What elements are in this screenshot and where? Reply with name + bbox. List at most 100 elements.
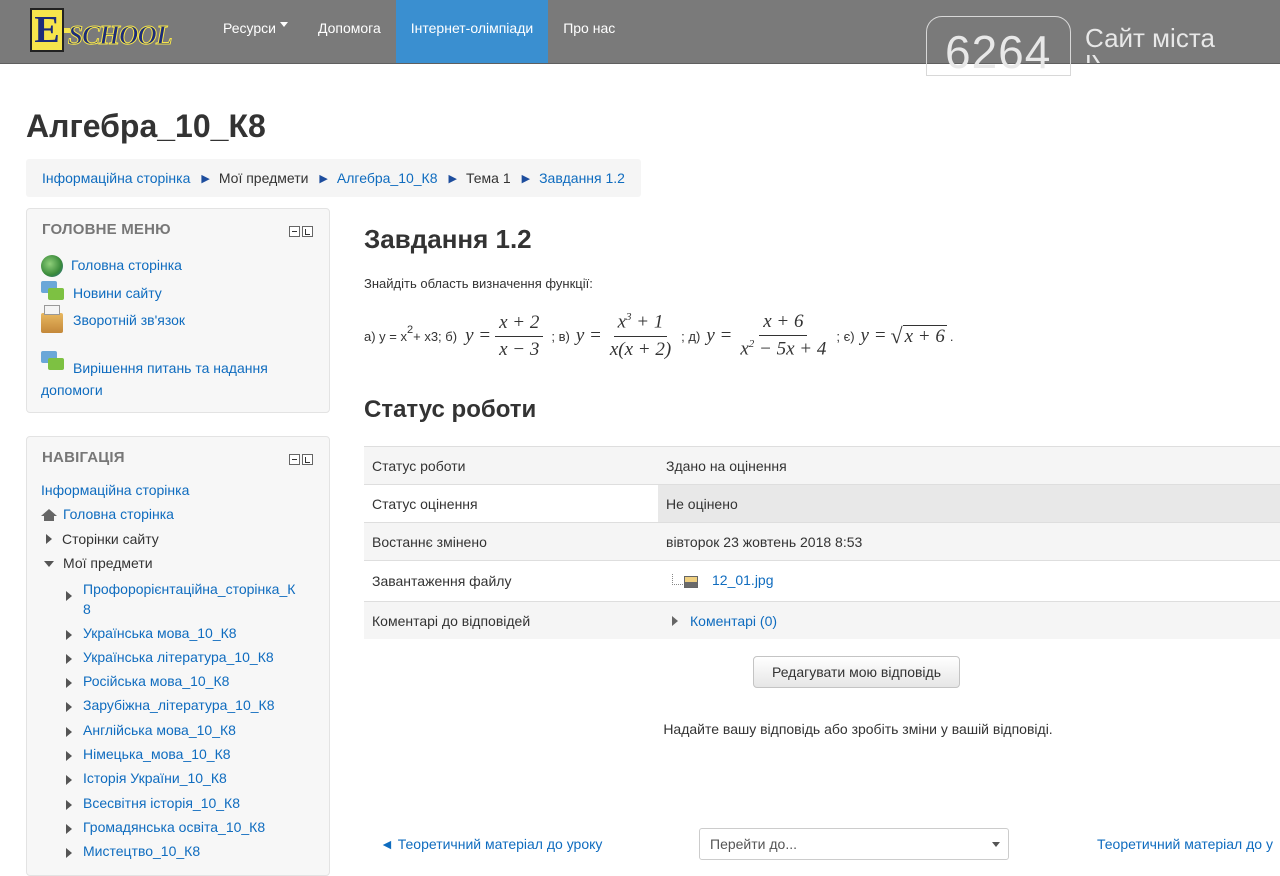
city-badge-number: 6264 [945, 26, 1052, 76]
math-end: . [949, 328, 954, 344]
table-row: Статус оцінення Не оцінено [364, 484, 1280, 523]
nav-subject[interactable]: Російська мова_10_К8 [66, 673, 229, 689]
page-title: Алгебра_10_К8 [26, 108, 266, 144]
menu-item-home[interactable]: Головна сторінка [41, 255, 182, 277]
expand-icon [66, 775, 72, 785]
breadcrumb: Інформаційна сторінка ▶ Мої предмети ▶ А… [26, 159, 641, 197]
nav-subject[interactable]: Громадянська освіта_10_К8 [66, 819, 265, 835]
math-fraction-b: x + 2x − 3 [495, 312, 544, 361]
math-y-eq: y = [860, 325, 887, 346]
assignment-title: Завдання 1.2 [364, 224, 532, 254]
nav-about[interactable]: Про нас [548, 0, 630, 63]
nav-subject[interactable]: Всесвітня історія_10_К8 [66, 795, 240, 811]
nav-subject-label[interactable]: Історія України_10_К8 [83, 770, 227, 786]
math-v-num-rest: + 1 [631, 311, 664, 333]
nav-olympiads[interactable]: Інтернет-олімпіади [395, 0, 549, 63]
expand-icon [66, 591, 72, 601]
task-text: Знайдіть область визначення функції: [364, 276, 593, 291]
menu-item-feedback-label[interactable]: Зворотній зв'язок [73, 312, 185, 328]
nav-subject[interactable]: Історія України_10_К8 [66, 770, 227, 786]
eschool-logo[interactable]: E SCHOOL [30, 8, 192, 54]
nav-help[interactable]: Допомога [303, 0, 396, 63]
menu-item-news-label[interactable]: Новини сайту [73, 285, 162, 301]
breadcrumb-topic: Тема 1 [465, 170, 511, 186]
math-e-radicand: x + 6 [902, 324, 947, 347]
table-row: Статус роботи Здано на оцінення [364, 446, 1280, 485]
nav-subject-label[interactable]: Німецька_мова_10_К8 [83, 746, 231, 762]
minimize-block-icon[interactable] [289, 226, 300, 237]
jump-to-select[interactable]: Перейти до... [699, 828, 1009, 860]
menu-item-help-label[interactable]: Вирішення питань та надання [73, 360, 268, 376]
comments-value: Коментарі (0) [658, 601, 1280, 639]
home-icon [41, 509, 57, 522]
nav-subject[interactable]: Зарубіжна_література_10_К8 [66, 697, 274, 713]
next-activity-link[interactable]: Теоретичний матеріал до у [1097, 836, 1273, 852]
nav-resources[interactable]: Ресурси [208, 0, 303, 63]
nav-my-courses-label: Мої предмети [63, 555, 153, 571]
breadcrumb-course[interactable]: Алгебра_10_К8 [337, 170, 438, 186]
menu-item-feedback[interactable]: Зворотній зв'язок [41, 305, 185, 333]
modified-value: вівторок 23 жовтень 2018 8:53 [658, 522, 1280, 561]
expand-icon [66, 727, 72, 737]
dock-block-icon[interactable] [302, 226, 313, 237]
table-row: Завантаження файлу 12_01.jpg [364, 560, 1280, 602]
main-nav: Ресурси Допомога Інтернет-олімпіади Про … [208, 0, 630, 63]
math-b-num: x + 2 [495, 312, 544, 337]
nav-subject-label[interactable]: Громадянська освіта_10_К8 [83, 819, 265, 835]
nav-site-pages[interactable]: Сторінки сайту [46, 531, 159, 547]
chevron-down-icon [992, 842, 1000, 847]
nav-home-label[interactable]: Головна сторінка [63, 506, 174, 522]
nav-subject-label-line1: Профорорієнтаційна_сторінка_К [83, 581, 296, 597]
expand-icon [672, 615, 678, 626]
nav-subject-label[interactable]: Українська мова_10_К8 [83, 625, 237, 641]
status-title: Статус роботи [364, 396, 537, 423]
nav-subject-label[interactable]: Профорорієнтаційна_сторінка_К 8 [83, 579, 295, 619]
expand-icon [66, 654, 72, 664]
nav-subject-label[interactable]: Українська література_10_К8 [83, 649, 274, 665]
globe-icon [41, 255, 63, 277]
sqrt-icon: √ [890, 323, 903, 348]
nav-subject-label[interactable]: Всесвітня історія_10_К8 [83, 795, 240, 811]
logo-letter: E [30, 8, 64, 52]
edit-submission-button[interactable]: Редагувати мою відповідь [753, 656, 960, 688]
jump-to-placeholder: Перейти до... [710, 836, 797, 852]
minimize-block-icon[interactable] [289, 454, 300, 465]
nav-subject[interactable]: Українська література_10_К8 [66, 649, 274, 665]
navigation-title: НАВІГАЦІЯ [42, 449, 125, 466]
nav-subject[interactable]: Англійська мова_10_К8 [66, 722, 236, 738]
nav-subject[interactable]: Німецька_мова_10_К8 [66, 746, 231, 762]
nav-my-courses[interactable]: Мої предмети [44, 555, 153, 571]
city-badge-text2: К [1085, 55, 1100, 63]
comments-link[interactable]: Коментарі (0) [690, 613, 777, 629]
expand-icon [66, 824, 72, 834]
comments-label: Коментарі до відповідей [364, 601, 658, 639]
nav-subject-label[interactable]: Англійська мова_10_К8 [83, 722, 236, 738]
dock-block-icon[interactable] [302, 454, 313, 465]
menu-item-home-label[interactable]: Головна сторінка [71, 257, 182, 273]
prev-activity-link[interactable]: ◄ Теоретичний матеріал до уроку [380, 836, 602, 852]
nav-home[interactable]: Головна сторінка [41, 506, 174, 522]
chat-icon [41, 351, 65, 375]
menu-item-news[interactable]: Новини сайту [41, 281, 162, 305]
math-a-suffix: + x3; б) [413, 328, 458, 344]
city-badge-text[interactable]: Сайт міста [1085, 23, 1215, 54]
nav-subject[interactable]: Українська мова_10_К8 [66, 625, 237, 641]
math-fraction-v: x3 + 1 x(x + 2) [606, 311, 675, 360]
expand-icon [66, 800, 72, 810]
nav-subject-label[interactable]: Зарубіжна_література_10_К8 [83, 697, 274, 713]
menu-item-help-label-line2[interactable]: допомоги [41, 382, 103, 398]
nav-subject[interactable]: Профорорієнтаційна_сторінка_К 8 [66, 579, 295, 619]
nav-subject-label[interactable]: Російська мова_10_К8 [83, 673, 229, 689]
grading-value: Не оцінено [658, 484, 1280, 523]
nav-info-page[interactable]: Інформаційна сторінка [41, 482, 189, 498]
breadcrumb-my-courses: Мої предмети [218, 170, 309, 186]
breadcrumb-info-page[interactable]: Інформаційна сторінка [42, 170, 190, 186]
city-site-badge[interactable]: 6264 [926, 16, 1071, 76]
submission-hint: Надайте вашу відповідь або зробіть зміни… [663, 721, 1053, 737]
menu-item-help[interactable] [41, 351, 73, 375]
nav-subject-label-line2: 8 [83, 601, 91, 617]
breadcrumb-assignment[interactable]: Завдання 1.2 [539, 170, 625, 186]
uploaded-file-link[interactable]: 12_01.jpg [712, 572, 774, 588]
breadcrumb-separator-icon: ▶ [201, 172, 210, 185]
math-d-num: x + 6 [759, 311, 808, 337]
